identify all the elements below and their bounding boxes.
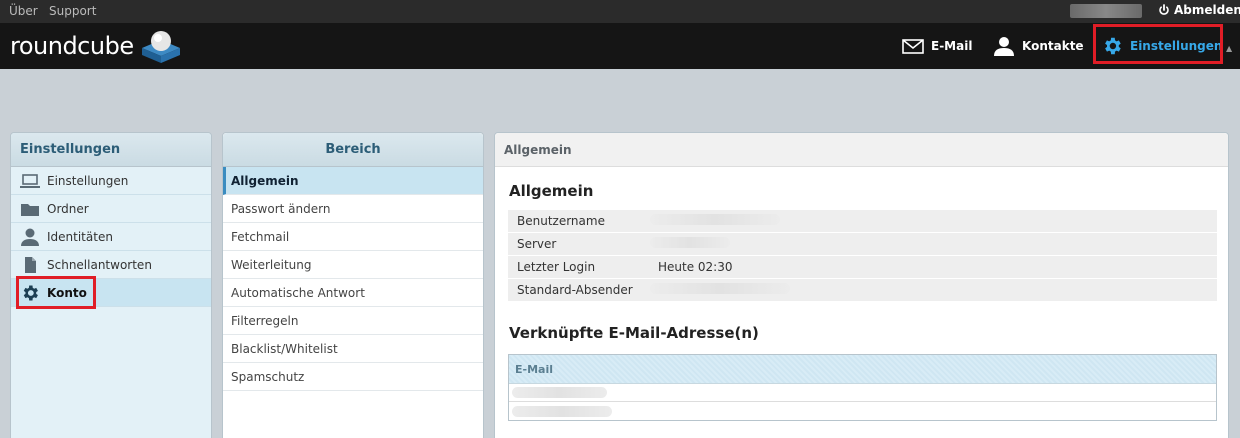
settings-item-responses[interactable]: Schnellantworten xyxy=(11,251,211,279)
property-key: Letzter Login xyxy=(517,260,596,274)
property-row: Letzter Login Heute 02:30 xyxy=(508,256,1217,278)
settings-item-label: Identitäten xyxy=(47,229,113,244)
section-item-filters[interactable]: Filterregeln xyxy=(223,307,483,335)
settings-item-label: Einstellungen xyxy=(47,173,129,188)
table-row[interactable] xyxy=(509,384,1216,402)
account-properties: Benutzername Server Letzter Login Heute … xyxy=(508,210,1217,301)
section-item-autoreply[interactable]: Automatische Antwort xyxy=(223,279,483,307)
property-row: Benutzername xyxy=(508,210,1217,232)
linked-addresses-title: Verknüpfte E-Mail-Adresse(n) xyxy=(509,324,759,342)
nav-mail[interactable]: E-Mail xyxy=(902,23,972,69)
section-item-blacklist[interactable]: Blacklist/Whitelist xyxy=(223,335,483,363)
content-header: Allgemein xyxy=(495,133,1228,167)
section-item-forwarding[interactable]: Weiterleitung xyxy=(223,251,483,279)
document-icon xyxy=(25,256,36,273)
settings-item-identities[interactable]: Identitäten xyxy=(11,223,211,251)
username-redacted xyxy=(1070,4,1142,18)
settings-item-label: Schnellantworten xyxy=(47,257,152,272)
folder-icon xyxy=(21,203,39,216)
property-key: Standard-Absender xyxy=(517,283,633,297)
app-header: roundcube E-Mail Kontakte Einstellungen … xyxy=(0,23,1240,69)
nav-mail-label: E-Mail xyxy=(931,39,973,53)
nav-contacts[interactable]: Kontakte xyxy=(993,23,1084,69)
settings-panel: Einstellungen Einstellungen Ordner Ident… xyxy=(10,132,212,438)
laptop-icon xyxy=(20,173,40,188)
table-row[interactable] xyxy=(509,402,1216,420)
about-link[interactable]: Über xyxy=(9,4,38,18)
settings-panel-title: Einstellungen xyxy=(11,133,211,167)
person-icon xyxy=(994,37,1014,56)
section-item-fetchmail[interactable]: Fetchmail xyxy=(223,223,483,251)
section-panel: Bereich Allgemein Passwort ändern Fetchm… xyxy=(222,132,484,438)
settings-item-preferences[interactable]: Einstellungen xyxy=(11,167,211,195)
logo-text: roundcube xyxy=(10,32,134,60)
property-value-redacted xyxy=(650,214,780,228)
person-icon xyxy=(21,228,39,246)
nav-contacts-label: Kontakte xyxy=(1022,39,1084,53)
settings-item-folders[interactable]: Ordner xyxy=(11,195,211,223)
property-value-redacted xyxy=(650,283,790,297)
section-panel-title: Bereich xyxy=(223,133,483,167)
roundcube-logo[interactable]: roundcube xyxy=(10,28,184,64)
property-row: Standard-Absender xyxy=(508,279,1217,301)
logout-label: Abmelden xyxy=(1174,3,1240,17)
linked-addresses-table: E-Mail xyxy=(508,354,1217,421)
property-value: Heute 02:30 xyxy=(658,260,733,274)
section-item-spam[interactable]: Spamschutz xyxy=(223,363,483,391)
general-section-title: Allgemein xyxy=(509,182,594,200)
content-panel: Allgemein Allgemein Benutzername Server … xyxy=(494,132,1229,438)
property-key: Benutzername xyxy=(517,214,605,228)
support-link[interactable]: Support xyxy=(49,4,96,18)
envelope-icon xyxy=(902,38,924,54)
section-item-general[interactable]: Allgemein xyxy=(223,167,483,195)
property-row: Server xyxy=(508,233,1217,255)
highlight-box xyxy=(16,276,96,309)
caret-up-icon[interactable]: ▲ xyxy=(1226,44,1232,53)
section-item-password[interactable]: Passwort ändern xyxy=(223,195,483,223)
cube-logo-icon xyxy=(141,31,180,63)
settings-item-label: Ordner xyxy=(47,201,89,216)
highlight-box xyxy=(1093,24,1223,64)
email-column-header: E-Mail xyxy=(509,355,1216,384)
power-icon xyxy=(1159,4,1169,15)
logout-button[interactable]: Abmelden xyxy=(1158,3,1240,17)
property-value-redacted xyxy=(650,237,730,251)
top-bar: Über Support Abmelden xyxy=(0,0,1240,23)
property-key: Server xyxy=(517,237,557,251)
